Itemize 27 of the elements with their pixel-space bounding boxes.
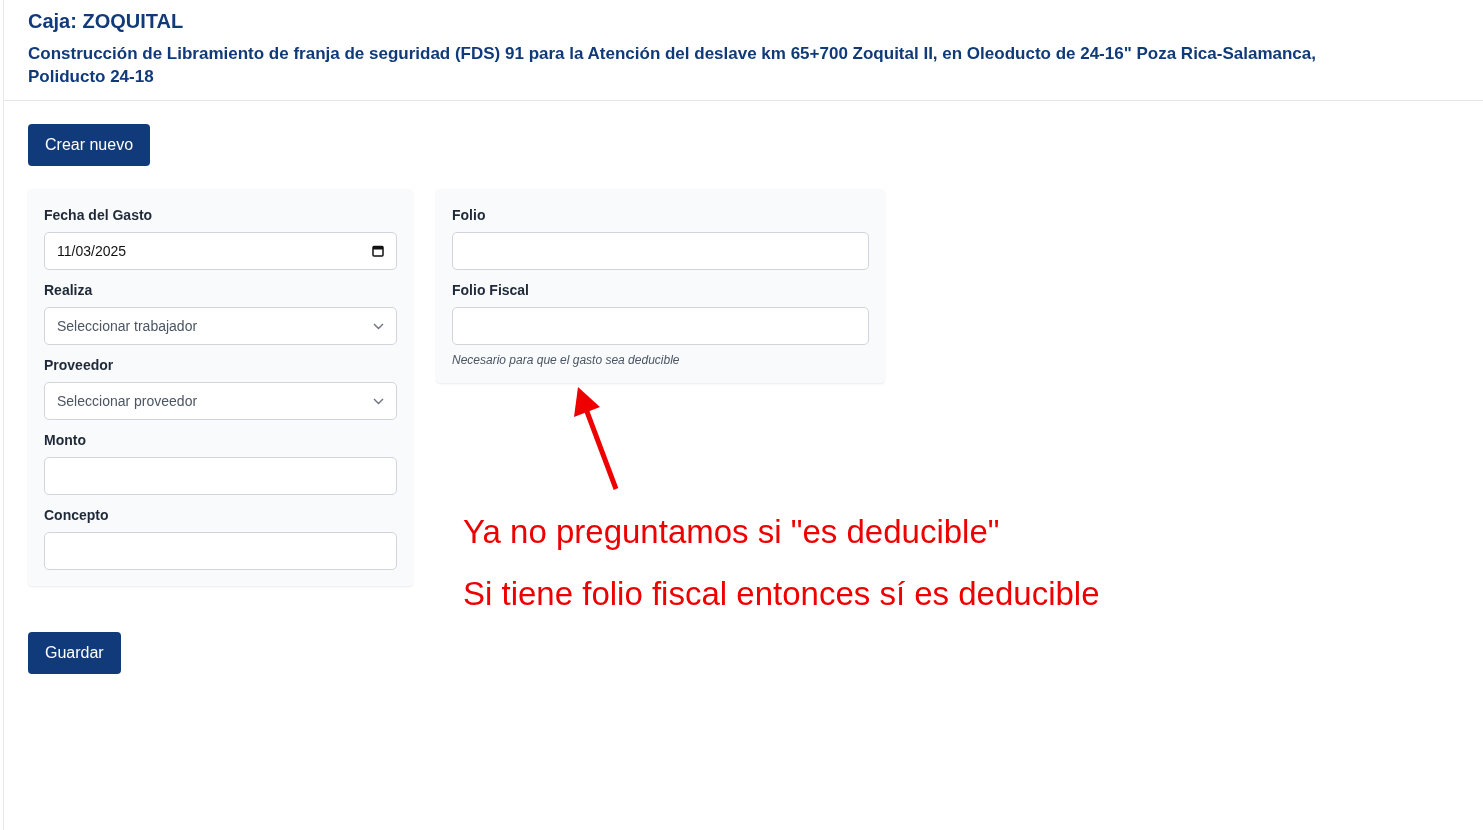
input-field[interactable] [44, 532, 397, 570]
field-label: Monto [44, 432, 87, 448]
field-hint: Necesario para que el gasto sea deducible [452, 353, 681, 367]
field-label: Realiza [44, 282, 94, 298]
page-subtitle: Construcción de Libramiento de franja de seguridad (FDS) 91 para la Atención del deslave km 65+700 Zoquital II, en Oleoducto de 24-16" Poza Rica-Salamanca, Poliducto 24-18 [28, 43, 1317, 88]
create-button[interactable]: Crear nuevo [28, 124, 151, 166]
field-label: Concepto [44, 507, 110, 523]
field-label: Folio [452, 207, 487, 223]
field-label: Proveedor [44, 357, 115, 373]
select-field[interactable]: Seleccionar trabajador [44, 307, 397, 345]
chevron-down-icon [373, 322, 384, 330]
page-title: Caja: ZOQUITAL [28, 10, 185, 33]
calendar-icon [372, 245, 384, 257]
select-placeholder: Seleccionar trabajador [57, 318, 198, 334]
input-field[interactable] [452, 307, 869, 345]
chevron-down-icon [373, 397, 384, 405]
input-field[interactable] [452, 232, 869, 270]
date-field[interactable]: 11/03/2025 [44, 232, 397, 270]
select-placeholder: Seleccionar proveedor [57, 393, 198, 409]
annotation-text: Ya no preguntamos si "es deducible" [463, 513, 1001, 551]
select-field[interactable]: Seleccionar proveedor [44, 382, 397, 420]
date-value: 11/03/2025 [57, 243, 127, 259]
input-field[interactable] [44, 457, 397, 495]
field-label: Fecha del Gasto [44, 207, 154, 223]
save-button[interactable]: Guardar [28, 632, 121, 674]
annotation-text: Si tiene folio fiscal entonces sí es deducible [463, 575, 1100, 613]
field-label: Folio Fiscal [452, 282, 530, 298]
